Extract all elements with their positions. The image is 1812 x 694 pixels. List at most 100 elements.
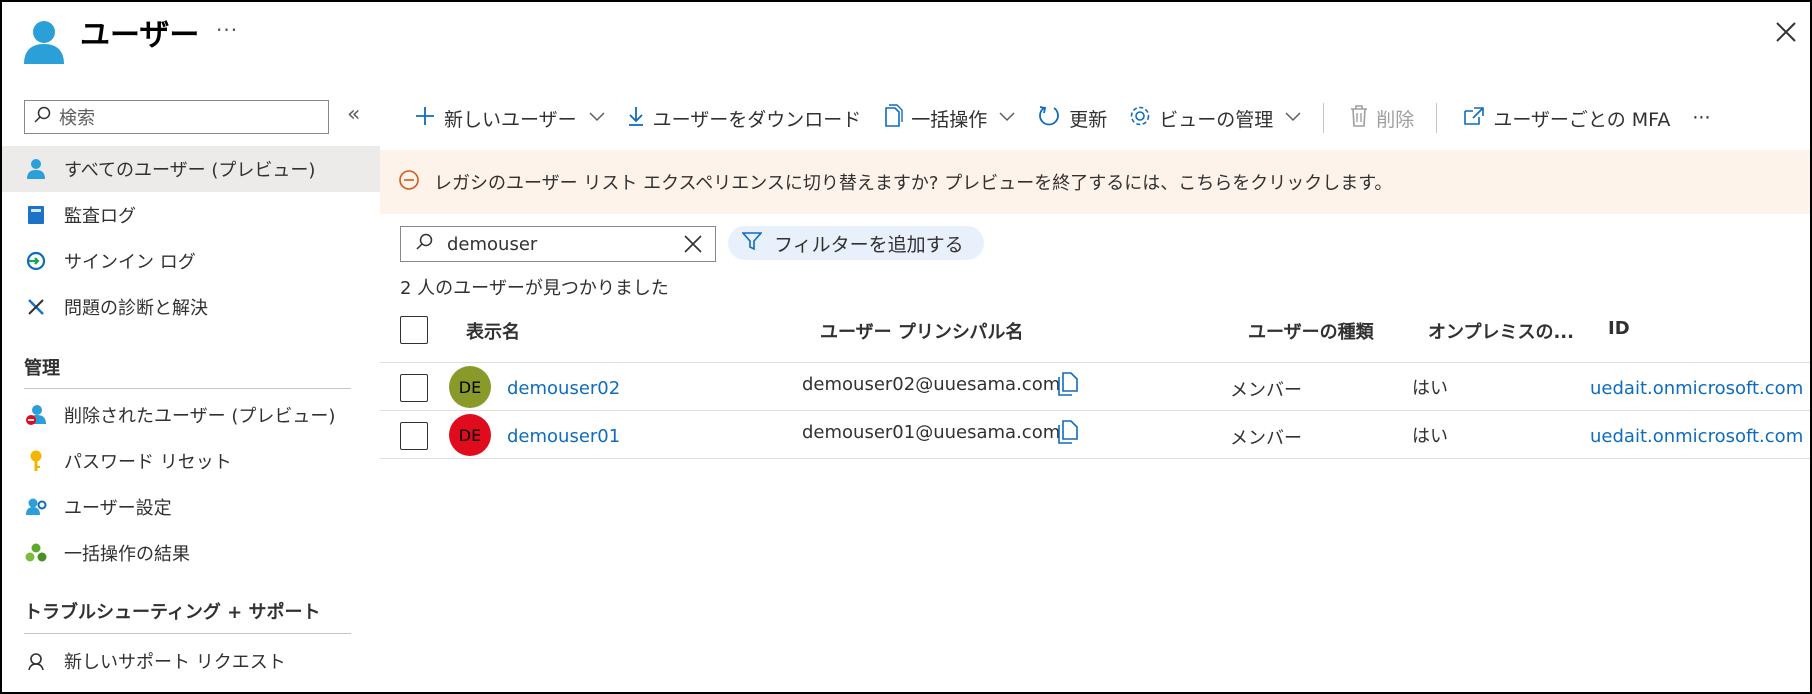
delete-button[interactable]: 削除 [1350,104,1415,132]
close-icon[interactable] [1772,18,1800,46]
minus-circle-icon [398,169,420,196]
banner-text: レガシのユーザー リスト エクスペリエンスに切り替えますか? プレビューを終了す… [434,173,1393,194]
wrench-icon [24,295,48,319]
per-user-mfa-button[interactable]: ユーザーごとの MFA [1463,105,1670,132]
sidebar-item-label: 一括操作の結果 [64,544,190,565]
trash-icon [1350,104,1368,132]
user-id-link[interactable]: uedait.onmicrosoft.com [1590,378,1803,399]
avatar: DE [449,414,491,456]
column-header-id[interactable]: ID [1608,318,1630,339]
user-settings-icon [24,495,48,519]
sidebar-item-label: サインイン ログ [64,252,196,273]
user-upn: demouser01@uuesama.com [802,422,1061,443]
collapse-sidebar-button[interactable]: « [347,102,360,127]
sidebar-item-label: 削除されたユーザー (プレビュー) [64,406,336,427]
download-icon [627,105,645,132]
download-users-label: ユーザーをダウンロード [652,108,862,131]
sidebar-item-bulk-results[interactable]: 一括操作の結果 [2,530,380,576]
sidebar-divider [24,388,351,389]
table-divider [380,458,1810,459]
sidebar-item-label: 問題の診断と解決 [64,298,208,319]
copy-icon[interactable] [1056,420,1078,449]
legacy-experience-banner[interactable]: レガシのユーザー リスト エクスペリエンスに切り替えますか? プレビューを終了す… [380,150,1810,214]
sidebar-item-label: すべてのユーザー (プレビュー) [64,160,316,181]
chevron-down-icon [1285,110,1301,126]
book-icon [24,203,48,227]
search-value: demouser [447,233,538,255]
avatar: DE [449,366,491,408]
toolbar-separator [1323,103,1325,133]
external-link-icon [1463,106,1485,131]
sidebar-item-label: ユーザー設定 [64,498,172,519]
bulk-results-icon [24,541,48,565]
chevron-down-icon [589,110,605,126]
bulk-operations-icon [883,103,903,133]
delete-label: 削除 [1376,108,1415,131]
manage-view-button[interactable]: ビューの管理 [1129,105,1301,132]
clear-search-icon[interactable] [683,234,703,259]
key-icon [24,449,48,473]
signin-icon [24,249,48,273]
select-all-checkbox[interactable] [400,316,428,344]
sidebar-item-deleted-users[interactable]: 削除されたユーザー (プレビュー) [2,392,380,438]
row-checkbox[interactable] [400,422,428,450]
column-header-upn[interactable]: ユーザー プリンシパル名 [820,318,1023,344]
sidebar-item-new-support-request[interactable]: 新しいサポート リクエスト [2,638,380,684]
add-filter-button[interactable]: フィルターを追加する [728,226,984,260]
user-search-input[interactable]: demouser [400,226,716,262]
row-checkbox[interactable] [400,374,428,402]
sidebar-item-user-settings[interactable]: ユーザー設定 [2,484,380,530]
users-blade: ユーザー ··· 検索 « すべてのユーザー (プレビュー) 監査ログ サインイ… [0,0,1812,694]
command-bar: 新しいユーザー ユーザーをダウンロード 一括操作 更新 ビューの管理 削除 ユー… [414,98,1732,138]
gear-icon [1129,105,1151,132]
refresh-button[interactable]: 更新 [1037,104,1107,133]
result-count: 2 人のユーザーが見つかりました [400,278,669,299]
copy-icon[interactable] [1056,372,1078,401]
user-type: メンバー [1230,380,1302,401]
on-premises-value: はい [1412,426,1448,447]
users-header-icon [22,18,66,66]
sidebar-section-manage: 管理 [24,358,60,379]
sidebar-divider [24,633,351,634]
more-commands-button[interactable]: ··· [1692,107,1710,129]
bulk-operations-button[interactable]: 一括操作 [883,103,1015,133]
refresh-label: 更新 [1069,108,1108,131]
page-title: ユーザー [80,18,200,53]
new-user-button[interactable]: 新しいユーザー [414,105,605,132]
new-user-label: 新しいユーザー [444,108,577,131]
refresh-icon [1037,104,1061,133]
toolbar-separator [1436,103,1438,133]
on-premises-value: はい [1412,378,1448,399]
table-divider [380,362,1810,363]
sidebar-item-label: 新しいサポート リクエスト [64,652,286,673]
support-icon [24,649,48,673]
manage-view-label: ビューの管理 [1159,108,1274,131]
column-header-display-name[interactable]: 表示名 [466,318,520,344]
download-users-button[interactable]: ユーザーをダウンロード [627,105,862,132]
search-icon [415,233,433,256]
sidebar-search-input[interactable]: 検索 [24,100,329,134]
deleted-user-icon [24,403,48,427]
sidebar-item-signin-logs[interactable]: サインイン ログ [2,238,380,284]
add-filter-label: フィルターを追加する [774,233,964,256]
column-header-on-premises[interactable]: オンプレミスの... [1428,318,1574,344]
user-id-link[interactable]: uedait.onmicrosoft.com [1590,426,1803,447]
sidebar-item-password-reset[interactable]: パスワード リセット [2,438,380,484]
chevron-down-icon [999,110,1015,126]
sidebar-search-placeholder: 検索 [59,108,95,129]
user-type: メンバー [1230,428,1302,449]
table-divider [380,410,1810,411]
plus-icon [414,105,436,132]
sidebar-item-label: 監査ログ [64,206,136,227]
per-user-mfa-label: ユーザーごとの MFA [1493,108,1671,131]
sidebar-item-all-users[interactable]: すべてのユーザー (プレビュー) [2,146,380,192]
sidebar-item-diagnose[interactable]: 問題の診断と解決 [2,284,380,330]
sidebar-item-label: パスワード リセット [64,452,232,473]
user-icon [24,157,48,181]
user-upn: demouser02@uuesama.com [802,374,1061,395]
user-name-link[interactable]: demouser01 [507,426,620,447]
user-name-link[interactable]: demouser02 [507,378,620,399]
header-more-button[interactable]: ··· [216,18,238,42]
sidebar-item-audit-logs[interactable]: 監査ログ [2,192,380,238]
column-header-user-type[interactable]: ユーザーの種類 [1248,318,1374,344]
